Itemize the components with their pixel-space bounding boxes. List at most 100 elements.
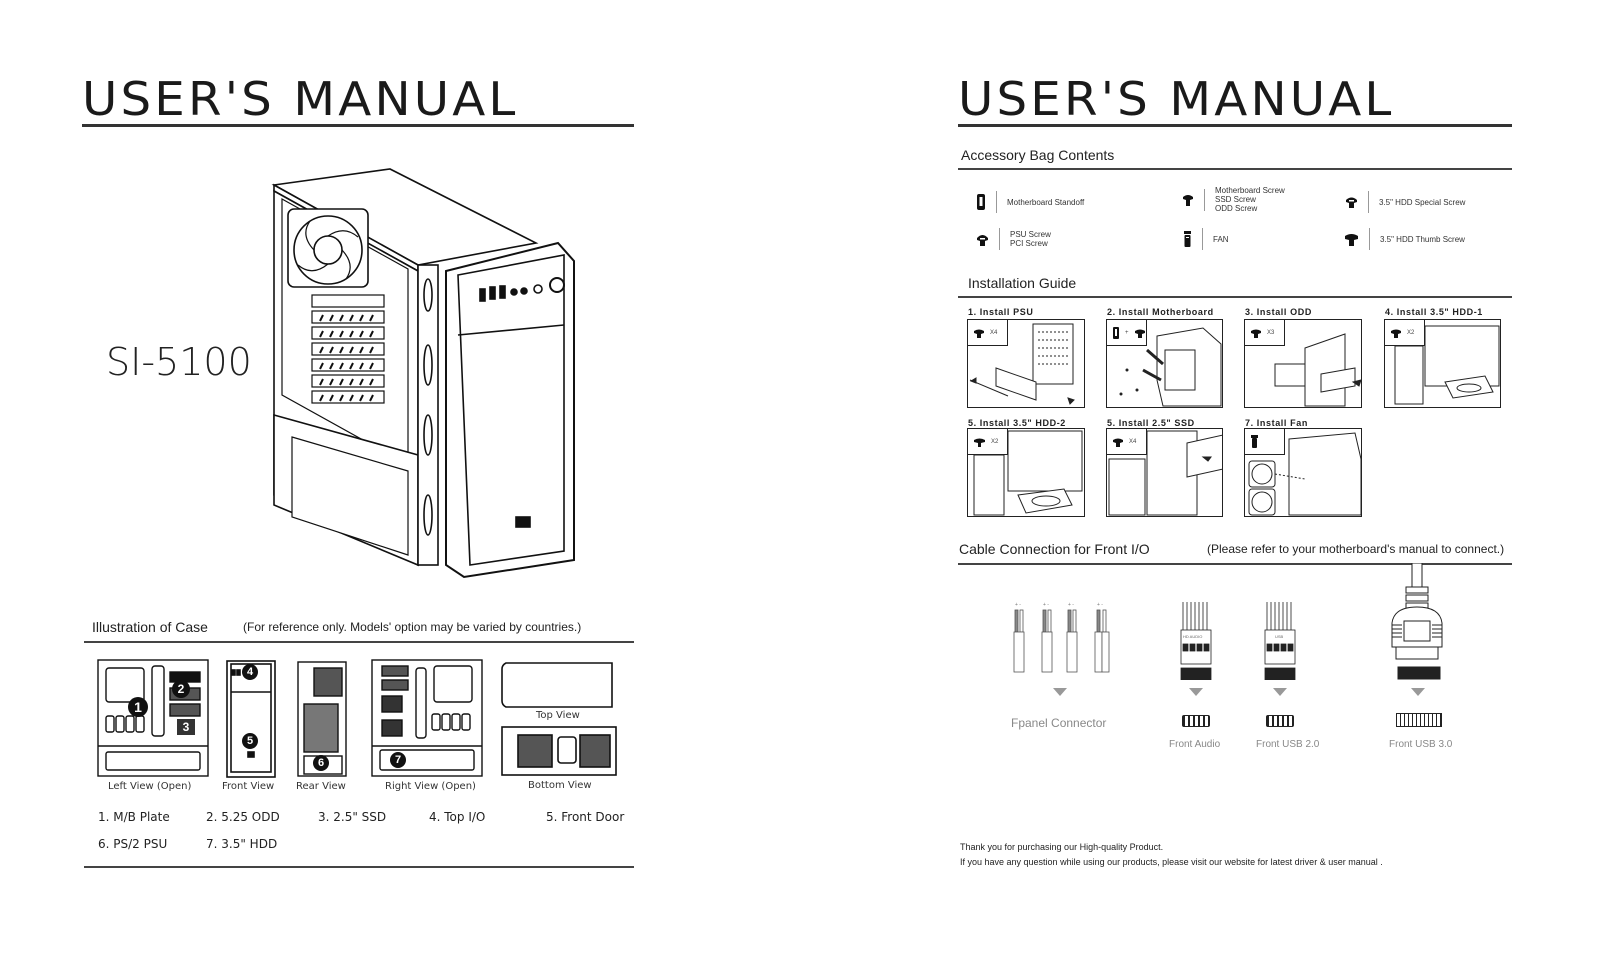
accessory-item: Motherboard Screw SSD Screw ODD Screw bbox=[1182, 186, 1285, 213]
model-name: SI-5100 bbox=[106, 340, 252, 384]
separator bbox=[1204, 188, 1205, 211]
step-qty: X3 bbox=[1267, 329, 1275, 336]
accessory-label: 3.5" HDD Thumb Screw bbox=[1380, 234, 1465, 244]
step-title: 1. Install PSU bbox=[968, 307, 1034, 317]
part-3: 3. 2.5" SSD bbox=[318, 810, 387, 824]
installation-heading: Installation Guide bbox=[968, 275, 1077, 291]
screw-icon bbox=[1391, 329, 1401, 338]
footer-support: If you have any question while using our… bbox=[960, 857, 1383, 867]
right-title-rule bbox=[958, 124, 1512, 127]
screw-icon bbox=[1183, 194, 1193, 206]
standoff-icon bbox=[1113, 326, 1119, 339]
case-illustration bbox=[268, 165, 588, 585]
usb2-tag: USB bbox=[1275, 634, 1284, 639]
svg-text:+ -: + - bbox=[1068, 602, 1074, 608]
accessory-label-group: Motherboard Screw SSD Screw ODD Screw bbox=[1215, 186, 1285, 213]
part-4: 4. Top I/O bbox=[429, 810, 486, 824]
bottom-view-label: Bottom View bbox=[528, 780, 592, 791]
step-badge: X3 bbox=[1245, 320, 1285, 346]
usb3-connector bbox=[1388, 563, 1448, 685]
separator bbox=[1369, 228, 1370, 250]
accessory-item: Motherboard Standoff bbox=[976, 191, 1084, 213]
step-title: 7. Install Fan bbox=[1245, 418, 1308, 428]
marker-2: 2 bbox=[172, 680, 190, 698]
cable-note: (Please refer to your motherboard's manu… bbox=[1207, 542, 1505, 556]
accessory-item: 3.5" HDD Special Screw bbox=[1345, 191, 1465, 213]
step-badge bbox=[1245, 429, 1285, 455]
step-title: 5. Install 2.5" SSD bbox=[1107, 418, 1195, 428]
audio-connector bbox=[1180, 602, 1212, 680]
left-title-rule bbox=[82, 124, 634, 127]
step-badge: X4 bbox=[968, 320, 1008, 346]
top-view-label: Top View bbox=[536, 710, 580, 721]
accessory-heading: Accessory Bag Contents bbox=[961, 147, 1115, 163]
left-view-thumbnail bbox=[96, 658, 212, 778]
accessory-label: Motherboard Screw bbox=[1215, 186, 1285, 195]
front-view-label: Front View bbox=[222, 781, 275, 792]
marker-7: 7 bbox=[390, 752, 406, 768]
step-qty: X4 bbox=[1129, 438, 1137, 445]
fan-screw-icon bbox=[1184, 231, 1191, 247]
marker-3: 3 bbox=[177, 719, 195, 735]
fpanel-wires: + - + - + - + - bbox=[1012, 600, 1116, 676]
arrow-down-icon bbox=[1411, 688, 1425, 696]
illustration-heading: Illustration of Case bbox=[92, 619, 208, 635]
part-1: 1. M/B Plate bbox=[98, 810, 170, 824]
step-fan-illustration bbox=[1244, 428, 1362, 517]
part-6: 6. PS/2 PSU bbox=[98, 837, 168, 851]
step-qty: X2 bbox=[1407, 329, 1415, 336]
step-motherboard-illustration: + bbox=[1106, 319, 1223, 408]
usb2-header-icon bbox=[1266, 715, 1294, 727]
bottom-view-thumbnail bbox=[500, 725, 618, 777]
accessory-label: PSU Screw bbox=[1010, 230, 1051, 239]
accessory-item: PSU Screw PCI Screw bbox=[976, 228, 1051, 250]
accessory-item: FAN bbox=[1183, 228, 1229, 250]
step-qty: + bbox=[1125, 329, 1129, 336]
fan-screw-icon bbox=[1251, 435, 1258, 448]
step-title: 5. Install 3.5" HDD-2 bbox=[968, 418, 1066, 428]
separator bbox=[999, 228, 1000, 250]
right-view-label: Right View (Open) bbox=[385, 781, 476, 792]
right-view-thumbnail bbox=[370, 658, 486, 778]
part-5: 5. Front Door bbox=[546, 810, 625, 824]
screw-icon bbox=[1134, 329, 1145, 338]
step-qty: X4 bbox=[990, 329, 998, 336]
hdd-special-screw-icon bbox=[1346, 197, 1357, 208]
thumb-screw-icon bbox=[974, 438, 985, 447]
arrow-down-icon bbox=[1053, 688, 1067, 696]
psu-screw-icon bbox=[977, 234, 988, 246]
step-hdd2-illustration: X2 bbox=[967, 428, 1085, 517]
illustration-rule bbox=[84, 641, 634, 643]
step-badge: X2 bbox=[968, 429, 1008, 455]
marker-5: 5 bbox=[242, 733, 258, 749]
left-manual-title: USER'S MANUAL bbox=[82, 72, 519, 126]
audio-header-icon bbox=[1182, 715, 1210, 727]
svg-text:+ -: + - bbox=[1015, 602, 1021, 608]
svg-text:+ -: + - bbox=[1043, 602, 1049, 608]
rear-view-label: Rear View bbox=[296, 781, 346, 792]
accessory-label: FAN bbox=[1213, 234, 1229, 244]
step-odd-illustration: X3 bbox=[1244, 319, 1362, 408]
screw-icon bbox=[974, 329, 984, 338]
top-view-thumbnail bbox=[500, 661, 616, 709]
fpanel-label: Fpanel Connector bbox=[1011, 716, 1107, 730]
arrow-down-icon bbox=[1273, 688, 1287, 696]
accessory-rule bbox=[958, 168, 1512, 170]
separator bbox=[1202, 228, 1203, 250]
separator bbox=[1368, 191, 1369, 213]
arrow-down-icon bbox=[1189, 688, 1203, 696]
step-ssd-illustration: X4 bbox=[1106, 428, 1223, 517]
right-manual-title: USER'S MANUAL bbox=[958, 72, 1395, 126]
step-title: 2. Install Motherboard bbox=[1107, 307, 1214, 317]
installation-rule bbox=[958, 296, 1512, 298]
standoff-icon bbox=[977, 194, 985, 210]
marker-1: 1 bbox=[128, 697, 148, 717]
part-7: 7. 3.5" HDD bbox=[206, 837, 278, 851]
accessory-label: PCI Screw bbox=[1010, 239, 1048, 248]
usb2-connector bbox=[1264, 602, 1296, 680]
parts-bottom-rule bbox=[84, 866, 634, 868]
front-usb3-label: Front USB 3.0 bbox=[1389, 739, 1453, 750]
step-title: 4. Install 3.5" HDD-1 bbox=[1385, 307, 1483, 317]
marker-6: 6 bbox=[313, 755, 329, 771]
accessory-item: 3.5" HDD Thumb Screw bbox=[1344, 228, 1465, 250]
